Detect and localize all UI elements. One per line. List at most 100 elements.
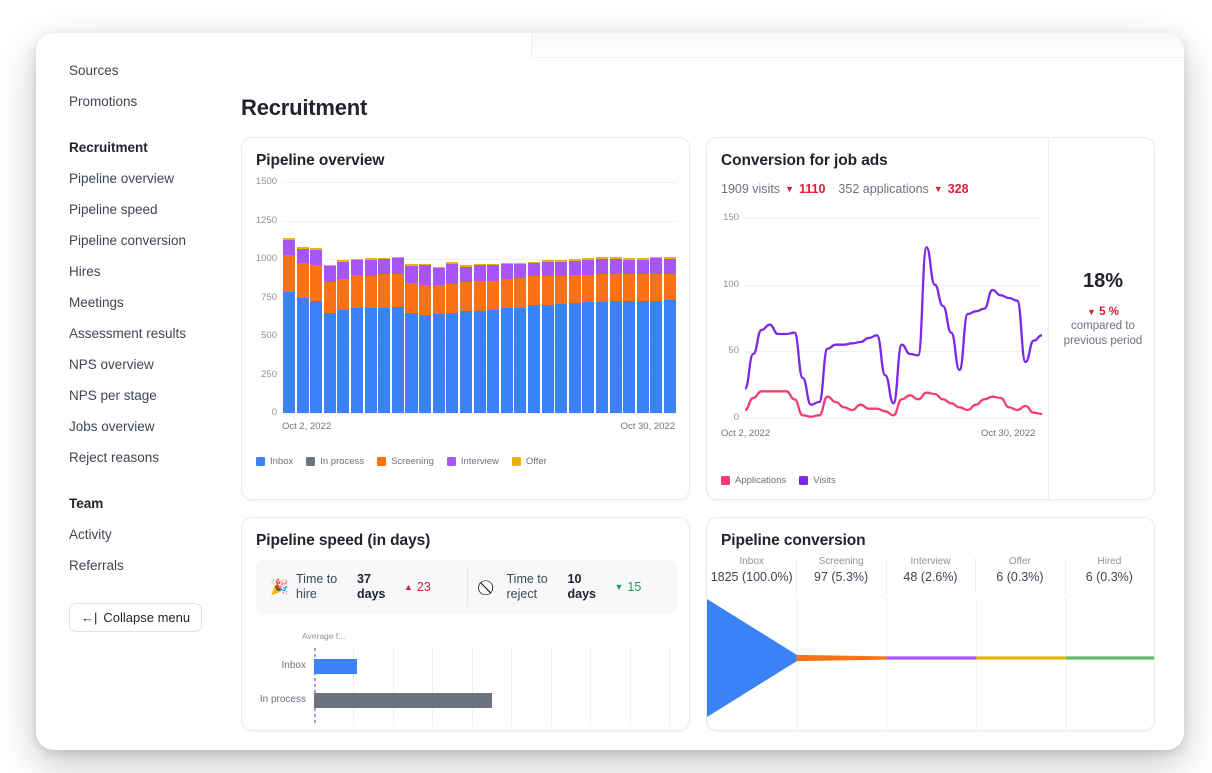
stacked-bar[interactable] [555, 259, 568, 413]
bar-segment-inbox [514, 307, 527, 413]
sidebar: Sources Promotions Recruitment Pipeline ove… [36, 33, 222, 750]
stacked-bar[interactable] [623, 258, 636, 413]
bar-segment-screening [337, 278, 350, 311]
sidebar-item-pipeline-speed[interactable]: Pipeline speed [36, 194, 222, 225]
legend-item-inbox[interactable]: Inbox [256, 456, 293, 467]
funnel-stage-interview[interactable]: Interview 48 (2.6%) [885, 556, 975, 594]
collapse-menu-button[interactable]: ←| Collapse menu [69, 603, 203, 632]
hbar-in-process[interactable] [314, 693, 492, 708]
bar-segment-inbox [527, 305, 540, 413]
gridline [669, 648, 670, 726]
sidebar-item-hires[interactable]: Hires [36, 256, 222, 287]
funnel-stage-offer[interactable]: Offer 6 (0.3%) [975, 556, 1064, 594]
bar-segment-inbox [283, 292, 296, 413]
pipeline-overview-legend: Inbox In process Screening Interview Offer [256, 456, 547, 467]
gridline [283, 413, 676, 414]
card-pipeline-conversion: Pipeline conversion Inbox 1825 (100.0%) Sc… [706, 517, 1155, 731]
kpi-delta-value: 5 % [1099, 306, 1119, 318]
stacked-bar[interactable] [419, 264, 432, 413]
legend-item-offer[interactable]: Offer [511, 456, 547, 467]
stacked-bar[interactable] [609, 257, 622, 413]
top-bar-panel [222, 33, 532, 58]
stacked-bar[interactable] [310, 248, 323, 413]
bar-segment-inbox [473, 310, 486, 413]
bar-segment-screening [432, 285, 445, 314]
bar-segment-interview [364, 259, 377, 276]
stacked-bar[interactable] [432, 266, 445, 413]
legend-item-in-process[interactable]: In process [306, 456, 364, 467]
stacked-bar[interactable] [568, 258, 581, 413]
bar-segment-screening [283, 255, 296, 293]
stacked-bar[interactable] [664, 257, 677, 413]
bar-segment-interview [568, 260, 581, 275]
stacked-bar[interactable] [473, 263, 486, 413]
funnel-segment-hired[interactable] [1066, 656, 1155, 660]
triangle-down-icon: ▼ [1087, 307, 1096, 317]
hbar-inbox[interactable] [314, 659, 357, 674]
stacked-bar[interactable] [514, 262, 527, 413]
sidebar-item-referrals[interactable]: Referrals [36, 550, 222, 581]
stacked-bar[interactable] [446, 262, 459, 413]
stacked-bar[interactable] [364, 258, 377, 413]
stacked-bar[interactable] [391, 256, 404, 413]
sidebar-item-pipeline-conversion[interactable]: Pipeline conversion [36, 225, 222, 256]
stacked-bar[interactable] [596, 257, 609, 413]
funnel-visualization[interactable] [707, 598, 1155, 730]
bar-segment-interview [664, 259, 677, 275]
legend-swatch-icon [446, 457, 456, 466]
y-axis-tick-label: 150 [723, 212, 739, 223]
app-window: Sources Promotions Recruitment Pipeline ove… [36, 33, 1184, 750]
stacked-bar[interactable] [351, 258, 364, 413]
sidebar-item-meetings[interactable]: Meetings [36, 287, 222, 318]
sidebar-item-assessment-results[interactable]: Assessment results [36, 318, 222, 349]
stacked-bar[interactable] [283, 237, 296, 413]
bar-segment-interview [636, 259, 649, 275]
stacked-bar[interactable] [405, 264, 418, 413]
stacked-bar[interactable] [323, 264, 336, 413]
funnel-segment-offer[interactable] [976, 656, 1067, 660]
stacked-bar[interactable] [582, 258, 595, 413]
funnel-stage-inbox[interactable]: Inbox 1825 (100.0%) [707, 556, 796, 584]
kpi-note: compared to previous period [1063, 320, 1143, 347]
pipeline-overview-chart[interactable]: 1500 1250 1000 750 500 250 0 [242, 138, 689, 499]
y-axis-tick-label: 0 [271, 407, 277, 418]
stacked-bar[interactable] [500, 262, 513, 413]
sidebar-item-activity[interactable]: Activity [36, 519, 222, 550]
legend-item-visits[interactable]: Visits [799, 475, 836, 486]
hbar-row-label: Inbox [281, 660, 306, 671]
funnel-segment-interview[interactable] [886, 656, 977, 660]
stacked-bar[interactable] [337, 259, 350, 413]
legend-item-screening[interactable]: Screening [377, 456, 434, 467]
legend-label: Visits [813, 475, 836, 486]
stacked-bar[interactable] [541, 259, 554, 413]
kpi-delta: ▼ 5 % [1050, 306, 1154, 318]
y-axis-tick-label: 1250 [255, 214, 277, 226]
funnel-segment-inbox[interactable] [707, 599, 797, 717]
legend-item-interview[interactable]: Interview [446, 456, 499, 467]
legend-item-applications[interactable]: Applications [721, 475, 786, 486]
sidebar-item-promotions[interactable]: Promotions [36, 86, 222, 117]
sidebar-item-sources[interactable]: Sources [36, 55, 222, 86]
stacked-bar[interactable] [459, 265, 472, 413]
bar-segment-inbox [487, 310, 500, 413]
sidebar-item-reject-reasons[interactable]: Reject reasons [36, 442, 222, 473]
stacked-bar[interactable] [636, 257, 649, 413]
pipeline-speed-chart[interactable]: Inbox In process [242, 518, 689, 730]
sidebar-item-pipeline-overview[interactable]: Pipeline overview [36, 163, 222, 194]
bar-segment-interview [283, 240, 296, 256]
sidebar-item-nps-per-stage[interactable]: NPS per stage [36, 380, 222, 411]
bar-segment-interview [310, 249, 323, 266]
stacked-bar[interactable] [487, 263, 500, 413]
stacked-bar[interactable] [378, 257, 391, 413]
funnel-segment-screening[interactable] [796, 654, 887, 662]
bar-segment-interview [555, 261, 568, 276]
funnel-stage-screening[interactable]: Screening 97 (5.3%) [796, 556, 885, 594]
sidebar-item-nps-overview[interactable]: NPS overview [36, 349, 222, 380]
stacked-bar[interactable] [650, 256, 663, 413]
funnel-stage-headers: Inbox 1825 (100.0%) Screening 97 (5.3%) Inte… [707, 556, 1154, 594]
sidebar-item-jobs-overview[interactable]: Jobs overview [36, 411, 222, 442]
funnel-stage-hired[interactable]: Hired 6 (0.3%) [1064, 556, 1154, 594]
stacked-bar[interactable] [527, 261, 540, 413]
stacked-bar[interactable] [296, 247, 309, 413]
